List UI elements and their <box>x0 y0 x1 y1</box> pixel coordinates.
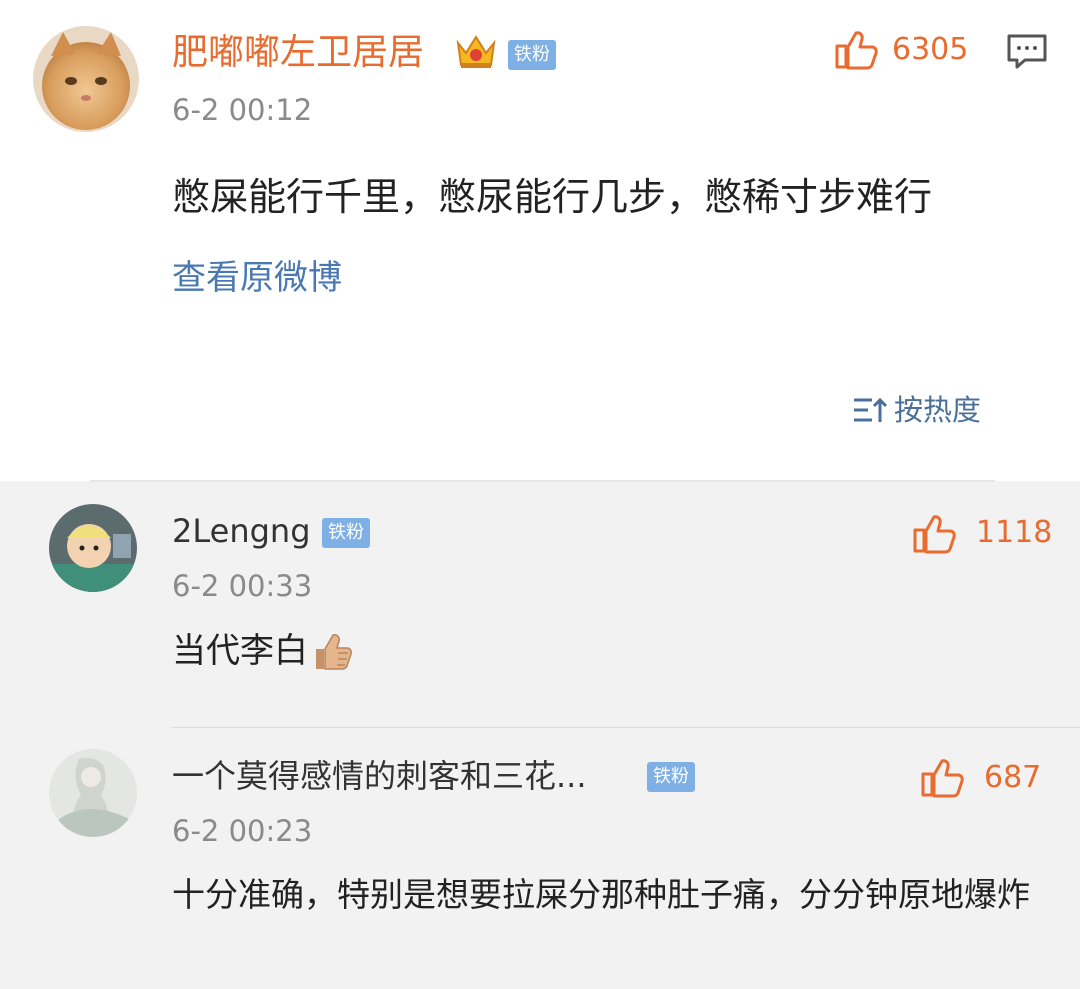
reply-author[interactable]: 一个莫得感情的刺客和三花... <box>172 758 587 794</box>
reply-time: 6-2 00:33 <box>172 569 313 603</box>
reply-avatar[interactable] <box>49 504 137 592</box>
view-original-link[interactable]: 查看原微博 <box>172 258 342 298</box>
reply-text: 当代李白 <box>172 631 308 671</box>
crown-icon <box>454 31 498 71</box>
thumbs-up-icon[interactable] <box>920 756 964 798</box>
divider <box>90 480 995 482</box>
post-time: 6-2 00:12 <box>172 93 313 127</box>
reply-time: 6-2 00:23 <box>172 814 313 848</box>
reply-text: 十分准确，特别是想要拉屎分那种肚子痛，分分钟原地爆炸 <box>172 875 1030 914</box>
like-count: 1118 <box>976 515 1053 550</box>
sort-label: 按热度 <box>894 393 982 427</box>
sort-icon <box>852 395 888 425</box>
fan-badge: 铁粉 <box>647 762 695 792</box>
author-name[interactable]: 肥嘟嘟左卫居居 <box>172 33 424 73</box>
like-count: 687 <box>984 760 1042 795</box>
reply-avatar[interactable] <box>49 749 137 837</box>
like-count: 6305 <box>892 32 969 67</box>
reply-divider <box>172 727 1080 728</box>
thumbs-up-icon[interactable] <box>912 512 956 554</box>
sort-button[interactable]: 按热度 <box>852 392 981 428</box>
fan-badge: 铁粉 <box>508 40 556 70</box>
reply-author[interactable]: 2Lengng <box>172 513 311 549</box>
reply-content: 当代李白 <box>172 622 354 680</box>
thumbs-up-emoji <box>310 629 354 673</box>
fan-badge: 铁粉 <box>322 518 370 548</box>
post-content: 憋屎能行千里，憋尿能行几步，憋稀寸步难行 <box>172 175 933 219</box>
comment-icon[interactable] <box>1006 33 1048 71</box>
author-avatar[interactable] <box>33 26 139 132</box>
thumbs-up-icon[interactable] <box>834 28 878 70</box>
